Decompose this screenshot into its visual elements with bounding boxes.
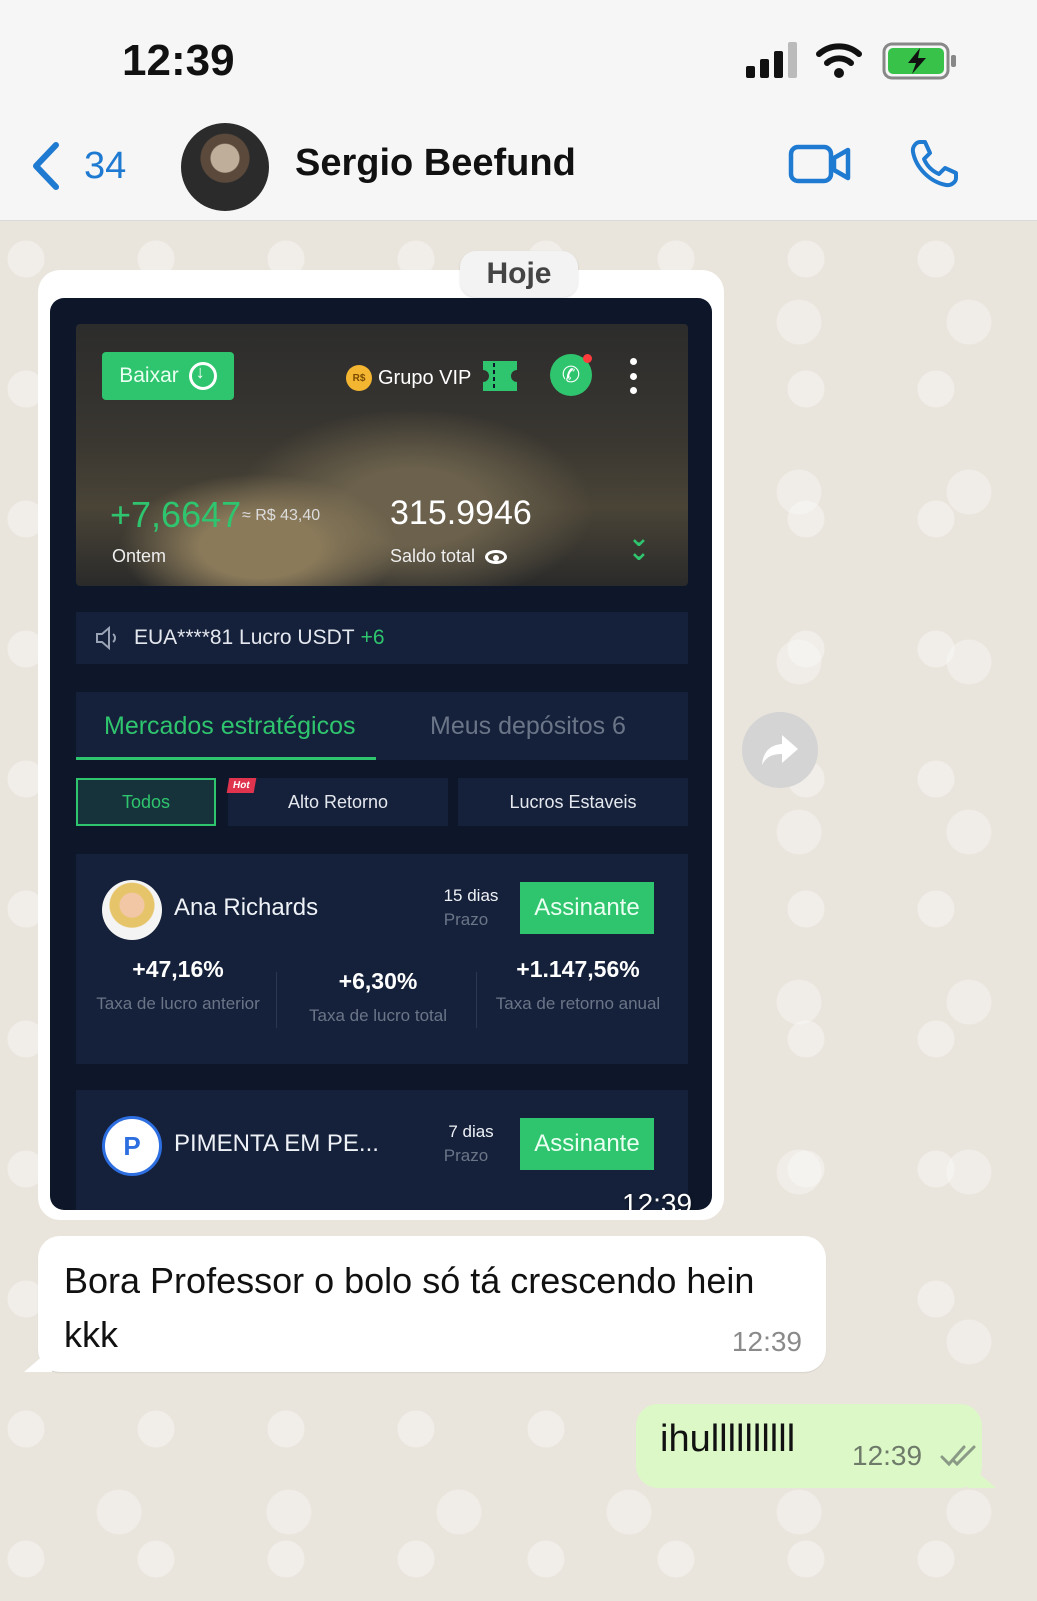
whatsapp-icon: ✆	[550, 354, 592, 396]
message-time: 12:39	[731, 1326, 802, 1357]
download-button: Baixar	[102, 352, 234, 400]
term-days: 15 dias	[443, 886, 499, 905]
notice-amount: +6	[360, 626, 385, 649]
profit-brl: ≈ R$ 43,40	[242, 507, 321, 524]
metric-value: +47,16%	[132, 956, 224, 982]
balance-label-text: Saldo total	[390, 546, 476, 566]
status-time: 12:39	[122, 36, 235, 85]
read-receipt-icon	[940, 1445, 976, 1467]
metric-label: Taxa de lucro anterior	[96, 994, 260, 1013]
message-text: ihullllllllll	[660, 1418, 796, 1460]
metric-total-rate: +6,30% Taxa de lucro total	[288, 968, 468, 1028]
profit-value: +7,6647	[110, 494, 242, 535]
balance-hero: Baixar R$ Grupo VIP ✆ +7,6647 ≈ R$ 43,40…	[76, 324, 688, 586]
trader-avatar	[102, 880, 162, 940]
video-call-icon[interactable]	[788, 142, 852, 186]
back-button[interactable]: 34	[28, 138, 138, 194]
unread-count: 34	[84, 144, 127, 187]
tab-underline	[76, 757, 376, 760]
hot-badge: Hot	[226, 778, 256, 793]
chevron-left-icon	[33, 142, 59, 190]
forward-icon	[762, 735, 798, 765]
subscribe-button: Assinante	[520, 1118, 654, 1170]
outgoing-message[interactable]: ihullllllllll 12:39	[636, 1404, 996, 1488]
double-chevron-down-icon: ⌄ ⌄	[628, 522, 650, 566]
metric-divider	[476, 972, 477, 1028]
speaker-icon	[96, 625, 116, 651]
metric-annual-return: +1.147,56% Taxa de retorno anual	[488, 956, 668, 1016]
ticket-icon	[483, 361, 517, 391]
strategy-card: Ana Richards 15 dias Prazo Assinante +47…	[76, 854, 688, 1064]
metric-value: +1.147,56%	[516, 956, 640, 982]
metric-label: Taxa de lucro total	[309, 1006, 447, 1025]
notice-text: EUA****81 Lucro USDT	[134, 626, 355, 649]
message-time: 12:39	[852, 1440, 923, 1471]
image-message-bubble[interactable]: Baixar R$ Grupo VIP ✆ +7,6647 ≈ R$ 43,40…	[38, 270, 724, 1220]
contact-avatar[interactable]	[181, 123, 269, 211]
term-label: Prazo	[443, 1146, 489, 1165]
phone-icon[interactable]	[908, 138, 960, 190]
profit-period: Ontem	[112, 546, 167, 566]
battery-charging-icon	[882, 42, 956, 80]
term-label: Prazo	[443, 910, 489, 929]
subscribe-button: Assinante	[520, 882, 654, 934]
term-days: 7 dias	[448, 1122, 494, 1141]
metric-previous-rate: +47,16% Taxa de lucro anterior	[88, 956, 268, 1016]
date-divider: Hoje	[460, 251, 578, 297]
metric-divider	[276, 972, 277, 1028]
balance-label: Saldo total	[390, 546, 508, 567]
wifi-icon	[816, 43, 862, 78]
filter-chips: Todos Alto Retorno Hot Lucros Estaveis	[76, 778, 688, 826]
vip-label: Grupo VIP	[378, 366, 472, 389]
trader-name: PIMENTA EM PE...	[174, 1130, 379, 1157]
forward-button[interactable]	[742, 712, 818, 788]
message-text: Bora Professor o bolo só tá crescendo he…	[64, 1260, 755, 1355]
filter-all: Todos	[76, 778, 216, 826]
chat-header: 12:39 34 Sergio Beefund	[0, 0, 1037, 221]
cellular-signal-icon	[746, 42, 797, 78]
metric-label: Taxa de retorno anual	[495, 994, 661, 1013]
vip-group: R$ Grupo VIP	[346, 362, 471, 394]
coin-icon: R$	[346, 365, 372, 391]
metric-value: +6,30%	[338, 968, 418, 994]
incoming-message[interactable]: Bora Professor o bolo só tá crescendo he…	[24, 1236, 826, 1372]
profit-notice: EUA****81 Lucro USDT +6	[76, 612, 688, 664]
tab-strategic-markets: Mercados estratégicos	[104, 711, 356, 740]
strategy-card: P PIMENTA EM PE... 7 dias Prazo Assinant…	[76, 1090, 688, 1210]
trader-name: Ana Richards	[174, 894, 319, 921]
download-label: Baixar	[119, 364, 179, 387]
market-tabs: Mercados estratégicos Meus depósitos 6	[76, 692, 688, 760]
download-icon	[188, 362, 217, 390]
trader-avatar: P	[102, 1116, 162, 1176]
contact-name[interactable]: Sergio Beefund	[295, 142, 576, 185]
message-time: 12:39	[622, 1188, 693, 1210]
investment-app-screenshot[interactable]: Baixar R$ Grupo VIP ✆ +7,6647 ≈ R$ 43,40…	[50, 298, 712, 1210]
filter-stable-profits: Lucros Estaveis	[458, 778, 688, 826]
filter-high-return: Alto Retorno	[228, 778, 448, 826]
tab-my-deposits: Meus depósitos 6	[430, 711, 626, 740]
more-options-icon	[626, 358, 640, 394]
balance-value: 315.9946	[390, 494, 532, 532]
eye-icon	[485, 549, 508, 564]
